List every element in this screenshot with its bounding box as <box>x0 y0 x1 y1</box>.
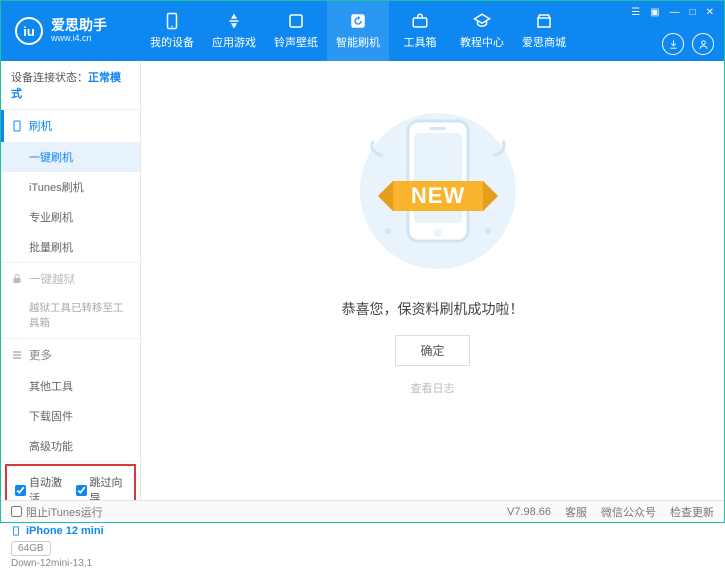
sidebar-item-itunes-flash[interactable]: iTunes刷机 <box>1 172 140 202</box>
logo: iu 爱思助手 www.i4.cn <box>1 17 141 45</box>
main-content: NEW 恭喜您，保资料刷机成功啦！ 确定 查看日志 <box>141 61 724 502</box>
sidebar-item-other-tools[interactable]: 其他工具 <box>1 371 140 401</box>
device-name[interactable]: iPhone 12 mini <box>11 524 130 538</box>
sidebar-head-label: 更多 <box>29 347 52 363</box>
app-title: 爱思助手 <box>51 18 107 33</box>
phone-icon <box>11 120 23 132</box>
block-itunes-checkbox[interactable]: 阻止iTunes运行 <box>11 504 103 520</box>
nav-label: 铃声壁纸 <box>274 34 318 50</box>
logo-icon: iu <box>15 17 43 45</box>
sidebar-item-batch-flash[interactable]: 批量刷机 <box>1 232 140 262</box>
sidebar: 设备连接状态：正常模式 刷机 一键刷机 iTunes刷机 专业刷机 批量刷机 一… <box>1 61 141 502</box>
customer-service-link[interactable]: 客服 <box>565 504 587 520</box>
window-controls: ☰ ▣ — □ ✕ <box>629 7 716 18</box>
nav-my-device[interactable]: 我的设备 <box>141 1 203 61</box>
success-illustration: NEW <box>358 101 508 281</box>
lock-icon <box>11 273 23 285</box>
sidebar-item-pro-flash[interactable]: 专业刷机 <box>1 202 140 232</box>
jailbreak-note: 越狱工具已转移至工具箱 <box>1 295 140 338</box>
nav-tutorials[interactable]: 教程中心 <box>451 1 513 61</box>
user-button[interactable] <box>692 33 714 55</box>
sidebar-head-more[interactable]: 更多 <box>1 339 140 371</box>
sidebar-item-oneclick-flash[interactable]: 一键刷机 <box>1 142 140 172</box>
phone-icon <box>163 12 181 30</box>
device-storage: 64GB <box>11 541 51 556</box>
minimize-button[interactable]: — <box>668 7 682 18</box>
menu-icon[interactable]: ☰ <box>629 7 642 18</box>
sidebar-head-jailbreak[interactable]: 一键越狱 <box>1 263 140 295</box>
sidebar-head-label: 刷机 <box>29 118 52 134</box>
store-icon <box>535 12 553 30</box>
confirm-button[interactable]: 确定 <box>395 335 469 366</box>
refresh-icon <box>349 12 367 30</box>
version-label: V7.98.66 <box>507 506 551 518</box>
maximize-button[interactable]: □ <box>688 7 698 18</box>
nav-label: 教程中心 <box>460 34 504 50</box>
nav-toolbox[interactable]: 工具箱 <box>389 1 451 61</box>
wechat-link[interactable]: 微信公众号 <box>601 504 656 520</box>
connection-status: 设备连接状态：正常模式 <box>1 61 140 110</box>
device-icon <box>11 524 21 538</box>
app-url: www.i4.cn <box>51 34 107 44</box>
nav-label: 智能刷机 <box>336 34 380 50</box>
view-log-link[interactable]: 查看日志 <box>411 380 455 396</box>
sidebar-item-download-firmware[interactable]: 下载固件 <box>1 401 140 431</box>
check-update-link[interactable]: 检查更新 <box>670 504 714 520</box>
sidebar-head-label: 一键越狱 <box>29 271 75 287</box>
wallpaper-icon <box>287 12 305 30</box>
toolbox-icon <box>411 12 429 30</box>
app-header: iu 爱思助手 www.i4.cn 我的设备 应用游戏 铃声壁纸 智能刷机 工具… <box>1 1 724 61</box>
list-icon <box>11 349 23 361</box>
download-button[interactable] <box>662 33 684 55</box>
nav-label: 爱思商城 <box>522 34 566 50</box>
nav-flash[interactable]: 智能刷机 <box>327 1 389 61</box>
sidebar-item-advanced[interactable]: 高级功能 <box>1 431 140 461</box>
close-button[interactable]: ✕ <box>704 7 716 18</box>
status-bar: 阻止iTunes运行 V7.98.66 客服 微信公众号 检查更新 <box>1 500 724 522</box>
nav-store[interactable]: 爱思商城 <box>513 1 575 61</box>
apps-icon <box>225 12 243 30</box>
nav-apps[interactable]: 应用游戏 <box>203 1 265 61</box>
nav-ringtones[interactable]: 铃声壁纸 <box>265 1 327 61</box>
nav-label: 我的设备 <box>150 34 194 50</box>
device-info: iPhone 12 mini 64GB Down-12mini-13,1 <box>1 518 140 579</box>
graduation-icon <box>473 12 491 30</box>
nav-label: 工具箱 <box>404 34 437 50</box>
skin-icon[interactable]: ▣ <box>648 7 661 18</box>
success-message: 恭喜您，保资料刷机成功啦！ <box>342 299 524 319</box>
nav-label: 应用游戏 <box>212 34 256 50</box>
status-label: 设备连接状态： <box>11 72 88 84</box>
sidebar-head-flash[interactable]: 刷机 <box>1 110 140 142</box>
device-firmware: Down-12mini-13,1 <box>11 558 130 569</box>
checkbox-label: 阻止iTunes运行 <box>26 504 103 520</box>
svg-text:NEW: NEW <box>410 183 464 208</box>
